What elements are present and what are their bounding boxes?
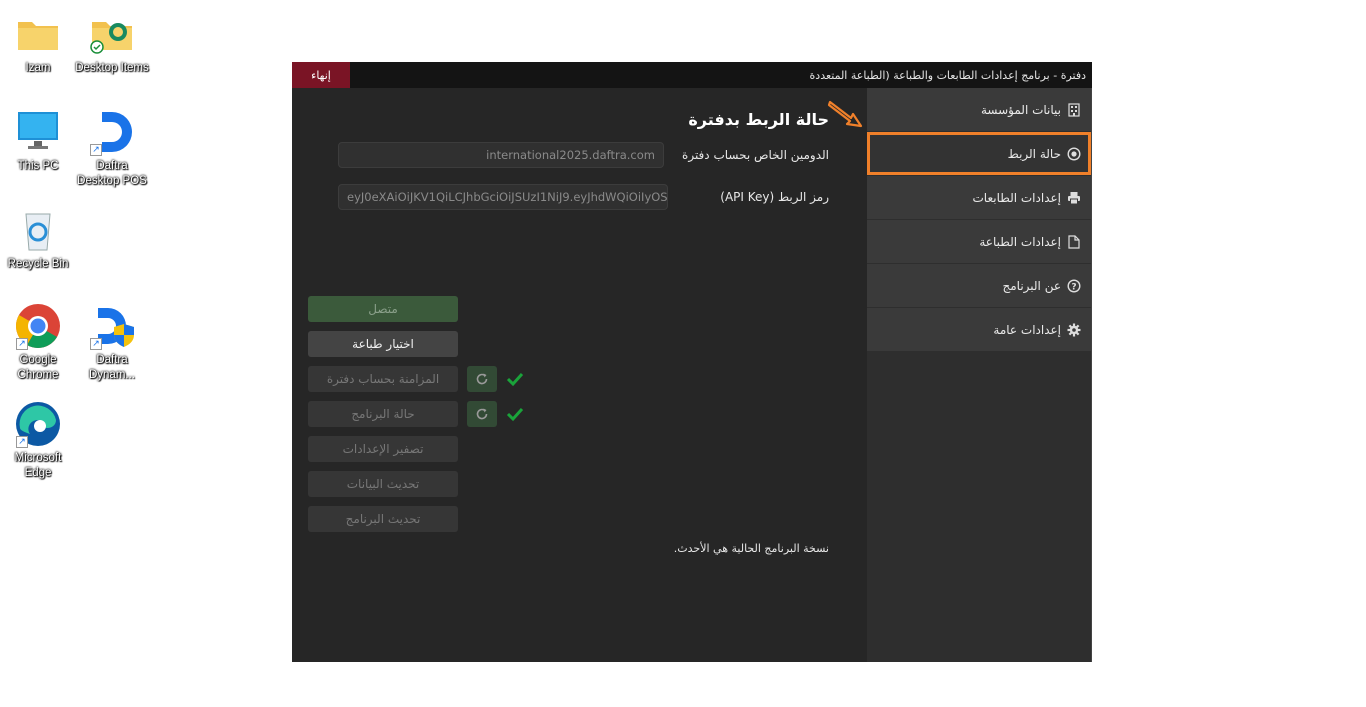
shortcut-arrow-icon: ↗ <box>16 436 28 448</box>
sidebar-item-label: إعدادات عامة <box>993 322 1061 337</box>
update-data-button[interactable]: تحديث البيانات <box>308 471 458 497</box>
refresh-icon <box>476 373 488 385</box>
question-circle-icon: ? <box>1067 278 1081 293</box>
main-content: حالة الربط بدفترة الدومين الخاص بحساب دف… <box>292 88 867 662</box>
domain-field[interactable]: international2025.daftra.com <box>338 142 664 168</box>
sync-account-button[interactable]: المزامنة بحساب دفترة <box>308 366 458 392</box>
update-program-button[interactable]: تحديث البرنامج <box>308 506 458 532</box>
desktop-icon-this-pc[interactable]: This PC <box>0 108 76 174</box>
end-button[interactable]: إنهاء <box>292 62 350 88</box>
domain-label: الدومين الخاص بحساب دفترة <box>682 148 829 162</box>
sidebar-item-general-settings[interactable]: إعدادات عامة <box>867 308 1091 351</box>
sync-check-icon <box>506 372 524 387</box>
sidebar-item-organization-data[interactable]: بيانات المؤسسة <box>867 88 1091 131</box>
desktop-icon-recycle-bin[interactable]: Recycle Bin <box>0 206 76 272</box>
refresh-icon <box>476 408 488 420</box>
sidebar-item-label: حالة الربط <box>1007 146 1061 161</box>
gear-icon <box>1067 323 1081 337</box>
sidebar-item-printer-settings[interactable]: إعدادات الطابعات <box>867 176 1091 219</box>
status-check-icon <box>506 407 524 422</box>
app-window: دفترة - برنامج إعدادات الطابعات والطباعة… <box>292 62 1092 662</box>
radio-dot-icon <box>1067 146 1081 161</box>
sidebar-item-label: بيانات المؤسسة <box>980 102 1061 117</box>
file-icon <box>1067 234 1081 249</box>
sidebar: بيانات المؤسسة حالة الربط إعدادات الطابع… <box>867 88 1092 662</box>
shortcut-arrow-icon: ↗ <box>90 144 102 156</box>
pointer-arrow-icon <box>827 100 863 128</box>
program-status-button[interactable]: حالة البرنامج <box>308 401 458 427</box>
window-title: دفترة - برنامج إعدادات الطابعات والطباعة… <box>809 68 1086 82</box>
daftra-logo-icon: ↗ <box>88 108 136 156</box>
reset-settings-button[interactable]: تصفير الإعدادات <box>308 436 458 462</box>
sidebar-item-label: عن البرنامج <box>1002 278 1061 293</box>
svg-text:?: ? <box>1071 282 1076 292</box>
sidebar-item-connection-status[interactable]: حالة الربط <box>867 132 1091 175</box>
sidebar-item-print-settings[interactable]: إعدادات الطباعة <box>867 220 1091 263</box>
folder-icon <box>14 10 62 58</box>
status-refresh-button[interactable] <box>467 401 497 427</box>
sync-refresh-button[interactable] <box>467 366 497 392</box>
desktop-icon-izam[interactable]: Izam <box>0 10 76 76</box>
printer-icon <box>1067 191 1081 205</box>
building-icon <box>1067 102 1081 117</box>
api-key-field[interactable]: eyJ0eXAiOiJKV1QiLCJhbGciOiJSUzI1NiJ9.eyJ… <box>338 184 668 210</box>
sidebar-item-about[interactable]: ? عن البرنامج <box>867 264 1091 307</box>
monitor-icon <box>14 108 62 156</box>
title-bar: دفترة - برنامج إعدادات الطابعات والطباعة… <box>292 62 1092 88</box>
desktop-icon-daftra-pos[interactable]: ↗ Daftra Desktop POS <box>74 108 150 189</box>
chrome-icon: ↗ <box>14 302 62 350</box>
sidebar-item-label: إعدادات الطابعات <box>972 190 1062 205</box>
desktop-icon-microsoft-edge[interactable]: ↗ Microsoft Edge <box>0 400 76 481</box>
daftra-shield-icon: ↗ <box>88 302 136 350</box>
recycle-bin-icon <box>14 206 62 254</box>
desktop-icon-desktop-items[interactable]: Desktop Items <box>74 10 150 76</box>
edge-icon: ↗ <box>14 400 62 448</box>
sidebar-item-label: إعدادات الطباعة <box>979 234 1061 249</box>
shortcut-arrow-icon: ↗ <box>90 338 102 350</box>
choose-printer-button[interactable]: اختيار طباعة <box>308 331 458 357</box>
version-note: نسخة البرنامج الحالية هي الأحدث. <box>673 542 829 555</box>
api-key-label: رمز الربط (API Key) <box>720 190 829 204</box>
desktop-icon-google-chrome[interactable]: ↗ Google Chrome <box>0 302 76 383</box>
shortcut-arrow-icon: ↗ <box>16 338 28 350</box>
connected-status-button: متصل <box>308 296 458 322</box>
folder-icon <box>88 10 136 58</box>
page-title: حالة الربط بدفترة <box>688 110 829 129</box>
desktop-icon-daftra-dynamic[interactable]: ↗ Daftra Dynam... <box>74 302 150 383</box>
